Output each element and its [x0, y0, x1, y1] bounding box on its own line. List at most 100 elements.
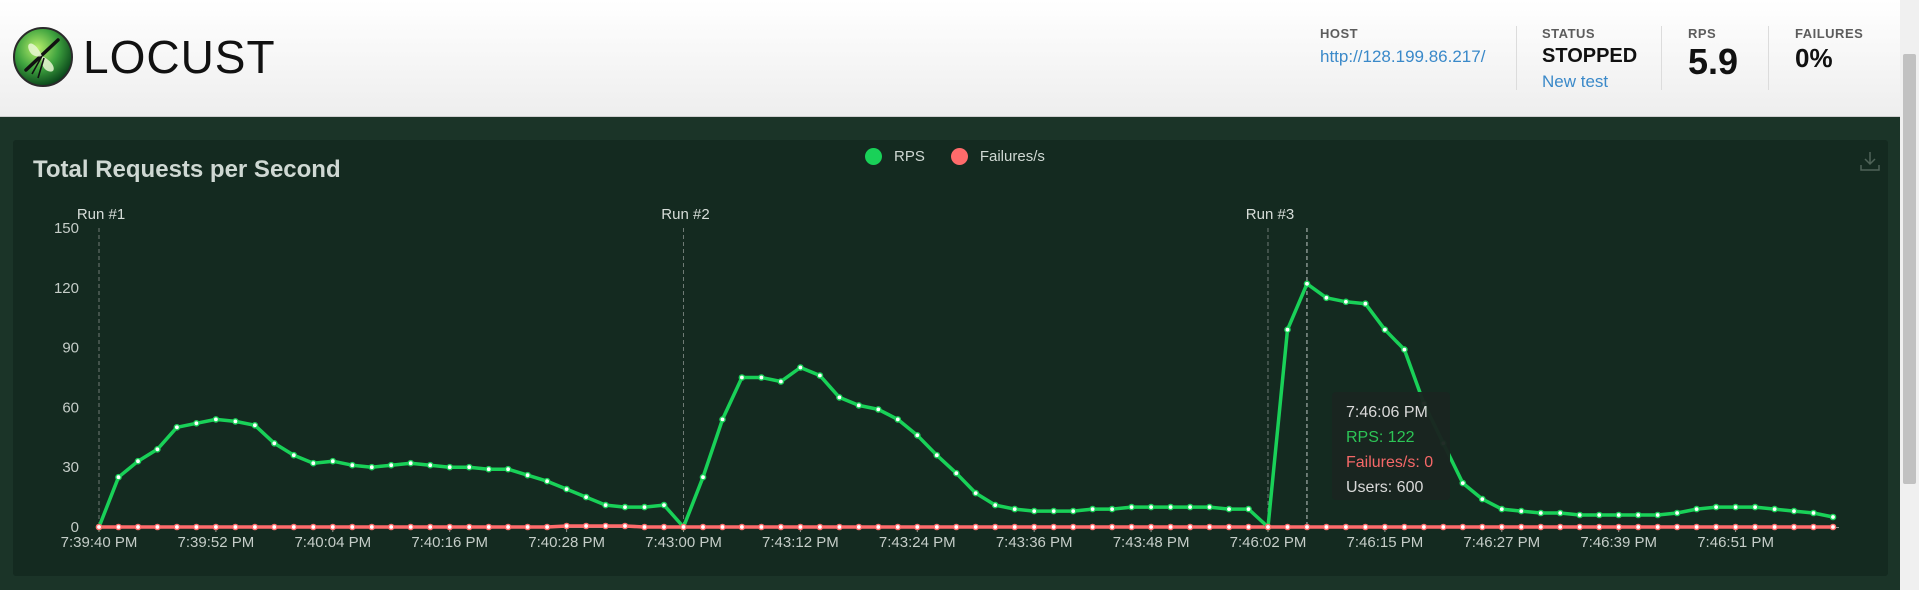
rps-point [1634, 511, 1642, 519]
rps-point [543, 477, 551, 485]
rps-point [270, 439, 278, 447]
failures-point [836, 523, 843, 531]
rps-point [1518, 507, 1525, 515]
failures-point [758, 523, 765, 531]
rps-point [1810, 509, 1817, 517]
failures-point [621, 522, 629, 530]
rps-point [1225, 505, 1233, 513]
failures-point [1479, 523, 1486, 531]
failures-point [660, 523, 668, 531]
failures-point [1771, 523, 1778, 531]
x-tick-label: 7:39:40 PM [61, 534, 138, 551]
rps-point [1459, 479, 1467, 487]
x-tick-label: 7:43:48 PM [1113, 534, 1190, 551]
failures-point [1518, 523, 1525, 531]
failures-point [777, 523, 785, 531]
rps-point [1128, 503, 1135, 511]
failures-point [738, 523, 746, 531]
failures-point [329, 523, 337, 531]
rps-point [991, 501, 999, 509]
rps-point [251, 421, 259, 429]
rps-point [1108, 505, 1116, 513]
failures-point [914, 523, 921, 531]
rps-point [1673, 509, 1681, 517]
failures-point [485, 523, 493, 531]
rps-point [1401, 346, 1408, 353]
failures-point [1829, 523, 1837, 531]
rps-point [816, 372, 824, 379]
failures-point [95, 523, 103, 531]
rps-point [563, 485, 570, 493]
x-tick-label: 7:39:52 PM [178, 534, 255, 551]
failures-point [426, 523, 434, 531]
rps-point [1751, 503, 1759, 511]
failures-point [387, 523, 395, 531]
rps-point [407, 459, 415, 467]
rps-point [1069, 507, 1077, 515]
rps-chart[interactable]: 03060901201507:39:40 PM 7:39:52 PM 7:40:04… [0, 0, 1900, 590]
failures-point [1576, 523, 1583, 531]
failures-point [875, 523, 882, 531]
rps-point [602, 501, 609, 509]
rps-point [154, 445, 161, 453]
rps-point [914, 431, 921, 439]
failures-point [309, 523, 317, 531]
failures-point [1634, 523, 1642, 531]
rps-point [232, 418, 239, 425]
rps-point [368, 463, 376, 471]
failures-point [270, 523, 278, 531]
rps-point [1381, 326, 1389, 334]
tooltip-users: Users: 600 [1346, 479, 1424, 496]
rps-point [1303, 280, 1311, 288]
failures-point [894, 523, 902, 531]
failures-point [1264, 523, 1272, 531]
x-tick-label: 7:43:12 PM [762, 534, 839, 551]
failures-point [1440, 523, 1447, 531]
x-tick-label: 7:46:27 PM [1463, 534, 1540, 551]
tooltip-time: 7:46:06 PM [1346, 404, 1428, 421]
rps-point [426, 461, 434, 469]
y-tick-label: 150 [54, 220, 79, 237]
x-tick-label: 7:43:36 PM [996, 534, 1073, 551]
rps-point [738, 374, 746, 381]
rps-point [972, 489, 980, 497]
rps-point [1556, 509, 1564, 517]
failures-point [1206, 523, 1213, 531]
failures-point [1459, 523, 1467, 531]
scrollbar-thumb[interactable] [1903, 54, 1916, 484]
rps-point [309, 459, 317, 467]
failures-point [251, 523, 259, 531]
rps-point [465, 463, 473, 471]
rps-point [1362, 300, 1369, 308]
rps-point [582, 493, 590, 501]
rps-point [1537, 509, 1545, 517]
rps-point [1284, 326, 1291, 334]
failures-point [212, 523, 220, 531]
rps-point [446, 463, 454, 471]
failures-point [1030, 523, 1038, 531]
rps-point [193, 419, 200, 427]
failures-point [1556, 523, 1564, 531]
rps-point [115, 473, 122, 481]
failures-point [1069, 523, 1077, 531]
failures-point [1673, 523, 1681, 531]
x-tick-label: 7:40:04 PM [294, 534, 371, 551]
failures-point [797, 523, 804, 531]
rps-point [1323, 294, 1330, 302]
rps-point [1595, 511, 1603, 519]
y-tick-label: 90 [62, 340, 79, 357]
failures-point [641, 523, 648, 531]
tooltip-failures: Failures/s: 0 [1346, 454, 1434, 471]
x-tick-label: 7:40:16 PM [411, 534, 488, 551]
failures-point [193, 523, 200, 531]
failures-point [1147, 523, 1155, 531]
rps-point [1147, 503, 1155, 511]
rps-point [504, 465, 512, 473]
x-tick-label: 7:46:39 PM [1580, 534, 1657, 551]
failures-point [699, 523, 707, 531]
page-scrollbar[interactable] [1900, 0, 1919, 590]
failures-point [154, 523, 161, 531]
rps-point [348, 461, 356, 469]
failures-point [582, 522, 590, 530]
failures-series-line [99, 524, 1833, 529]
